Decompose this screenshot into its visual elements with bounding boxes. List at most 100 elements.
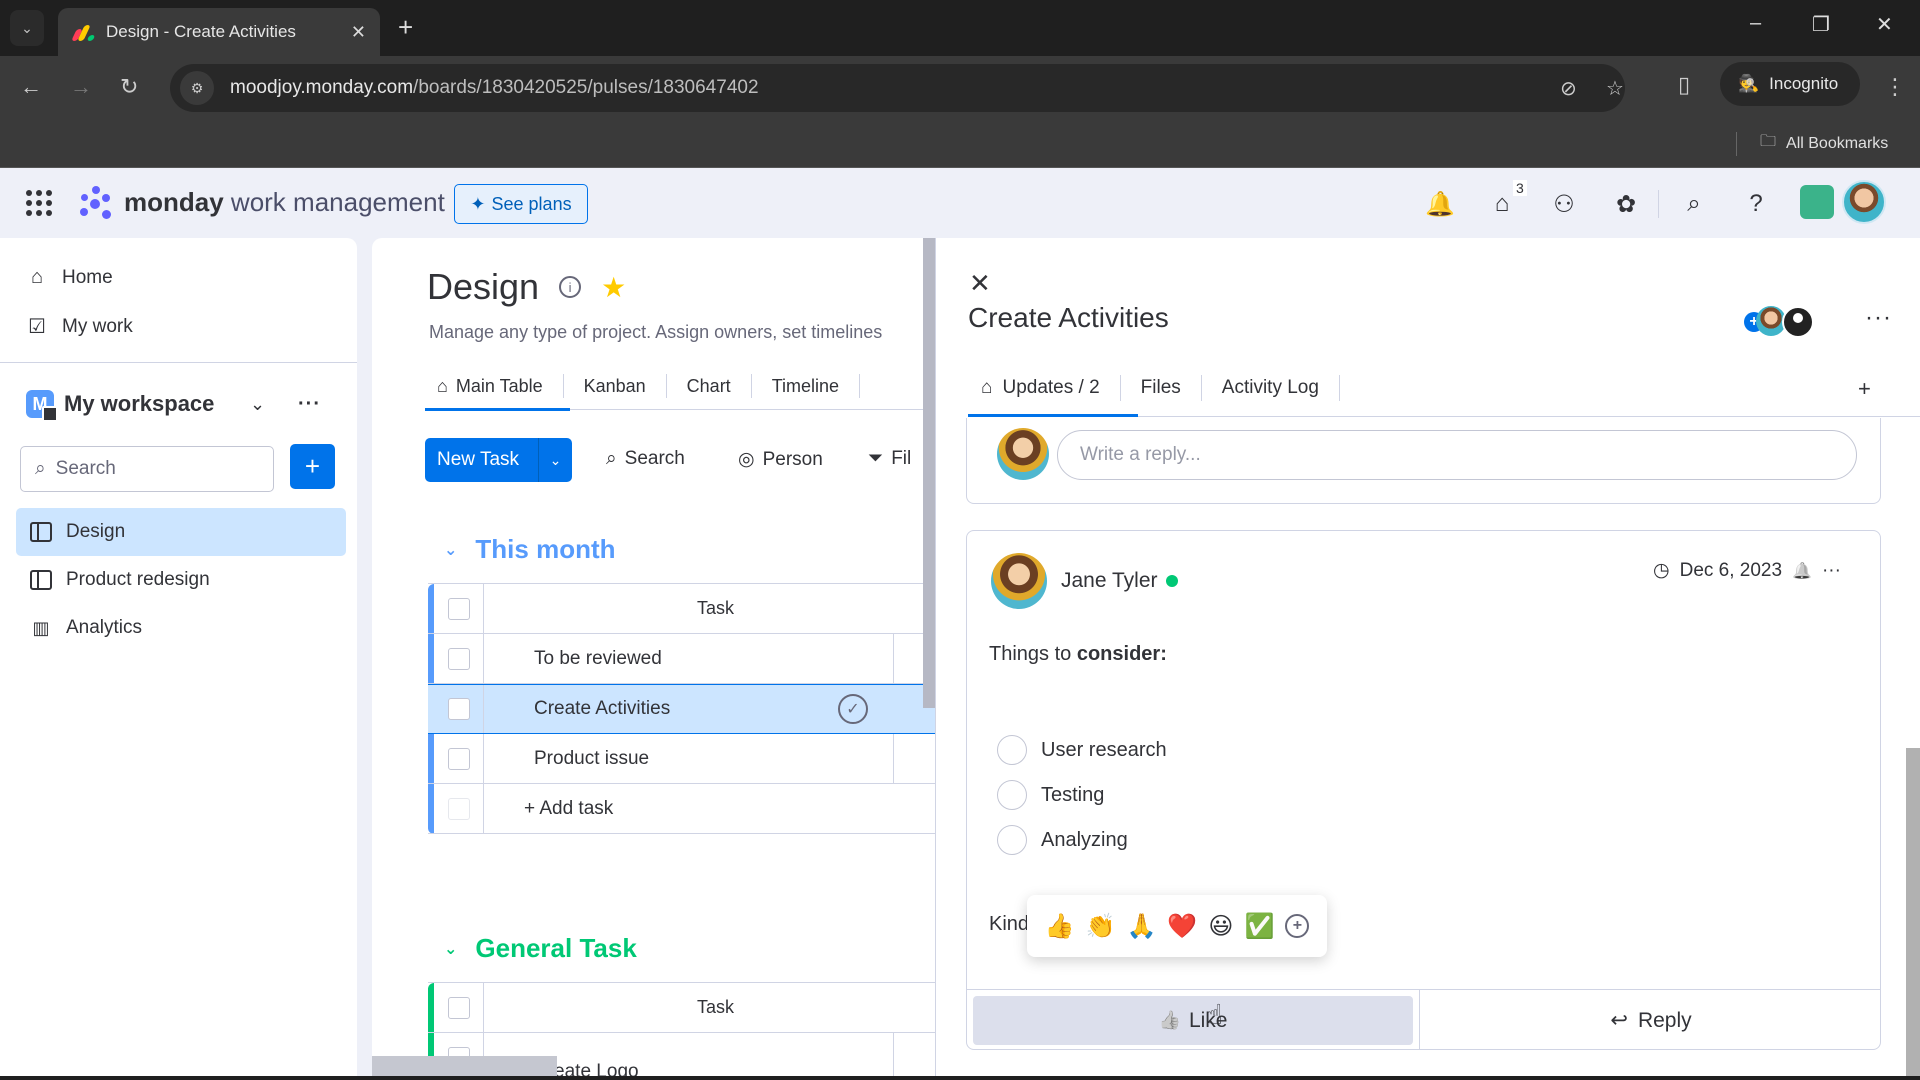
workspace-selector[interactable]: M My workspace ⌄ ··· (26, 390, 326, 422)
row-checkbox[interactable] (448, 698, 470, 720)
group-header-general-task[interactable]: ⌄ General Task (444, 933, 637, 964)
bell-icon[interactable]: 🔔 (1792, 561, 1812, 581)
tab-activity-log[interactable]: Activity Log (1202, 375, 1340, 401)
write-reply-input[interactable] (1057, 430, 1857, 480)
eye-off-icon[interactable]: ⊘ (1560, 76, 1577, 101)
incognito-indicator[interactable]: 🕵 Incognito (1720, 62, 1860, 106)
checklist-circle[interactable] (997, 780, 1027, 810)
sidebar-search-input[interactable]: ⌕ Search (20, 446, 274, 492)
panel-vertical-scrollbar[interactable] (1906, 748, 1920, 1080)
row-checkbox[interactable] (448, 747, 470, 770)
forward-button[interactable]: → (70, 74, 92, 100)
url-text[interactable]: moodjoy.monday.com/boards/1830420525/pul… (230, 77, 759, 99)
table-row[interactable]: Product issue (428, 734, 935, 784)
filter-button[interactable]: ⏷ Fil (868, 448, 911, 470)
side-panel-icon[interactable]: ▯ (1678, 72, 1690, 98)
workspace-apps-icon[interactable] (1800, 185, 1834, 219)
checklist-item[interactable]: Analyzing (997, 825, 1128, 855)
chevron-down-icon[interactable]: ⌄ (250, 394, 265, 415)
reaction-smile[interactable]: 😃 (1208, 912, 1233, 941)
minimize-button[interactable]: – (1750, 12, 1761, 35)
author-name[interactable]: Jane Tyler (1061, 569, 1158, 593)
add-task-row[interactable]: + Add task (428, 784, 935, 834)
workspace-more-icon[interactable]: ··· (298, 393, 321, 416)
reply-button[interactable]: ↩ Reply (1419, 990, 1880, 1049)
person-filter-button[interactable]: ◎ Person (738, 448, 823, 471)
group-name[interactable]: General Task (475, 933, 636, 964)
reaction-check[interactable]: ✅ (1244, 912, 1274, 941)
back-button[interactable]: ← (20, 74, 42, 100)
chevron-down-icon[interactable]: ⌄ (444, 939, 457, 959)
tab-chart[interactable]: Chart (667, 374, 752, 398)
reload-button[interactable]: ↻ (120, 74, 138, 100)
all-bookmarks-button[interactable]: 🗀 All Bookmarks (1760, 130, 1888, 157)
more-options-icon[interactable]: ··· (1865, 304, 1892, 332)
browser-tab[interactable]: Design - Create Activities ✕ (58, 8, 380, 56)
tab-main-table[interactable]: ⌂ Main Table (427, 374, 564, 398)
tab-timeline[interactable]: Timeline (752, 374, 861, 398)
add-board-button[interactable]: + (290, 444, 335, 489)
help-icon[interactable]: ? (1740, 190, 1772, 218)
brand-name[interactable]: monday work management (124, 187, 445, 218)
search-icon[interactable]: ⌕ (1678, 190, 1710, 218)
reaction-thumbs-up[interactable]: 👍 (1045, 912, 1075, 941)
invite-members-icon[interactable]: ⚇ (1548, 190, 1580, 219)
post-more-icon[interactable]: ··· (1822, 560, 1841, 582)
sidebar-nav-home[interactable]: ⌂ Home (26, 266, 113, 289)
table-row[interactable]: To be reviewed (428, 634, 935, 684)
column-header-task[interactable]: Task (428, 997, 935, 1018)
tab-kanban[interactable]: Kanban (564, 374, 667, 398)
checklist-circle[interactable] (997, 825, 1027, 855)
tab-close-icon[interactable]: ✕ (351, 22, 366, 43)
row-checkbox[interactable] (448, 647, 470, 670)
browser-menu-icon[interactable]: ⋮ (1884, 74, 1906, 100)
checklist-item[interactable]: User research (997, 735, 1167, 765)
author-avatar[interactable] (991, 553, 1047, 609)
item-title[interactable]: Create Activities (968, 302, 1169, 334)
reaction-heart[interactable]: ❤️ (1167, 912, 1197, 941)
reaction-pray[interactable]: 🙏 (1126, 912, 1156, 941)
info-icon[interactable]: i (559, 276, 582, 298)
reaction-clap[interactable]: 👏 (1085, 912, 1115, 941)
sidebar-nav-my-work[interactable]: ☑ My work (26, 314, 133, 339)
tab-files[interactable]: Files (1121, 375, 1202, 401)
add-task-label[interactable]: + Add task (524, 798, 613, 820)
user-avatar[interactable] (1842, 180, 1886, 224)
sidebar-item-product-redesign[interactable]: Product redesign (16, 556, 346, 604)
tab-updates[interactable]: ⌂ Updates / 2 (981, 375, 1121, 401)
more-reactions-icon[interactable]: + (1285, 914, 1310, 938)
site-info-icon[interactable]: ⚙ (180, 71, 214, 105)
subscribers-avatars[interactable]: + (1744, 304, 1824, 340)
board-title-text[interactable]: Design (427, 266, 539, 308)
new-task-button[interactable]: New Task ⌄ (425, 438, 572, 482)
group-header-this-month[interactable]: ⌄ This month (444, 534, 616, 565)
app-grid-icon[interactable] (26, 190, 52, 216)
notifications-bell-icon[interactable]: 🔔 (1424, 190, 1456, 219)
see-plans-button[interactable]: ✦ See plans (454, 184, 588, 224)
group-name[interactable]: This month (475, 534, 615, 565)
address-bar[interactable]: ⚙ moodjoy.monday.com/boards/1830420525/p… (170, 64, 1625, 112)
board-vertical-scrollbar[interactable] (923, 238, 935, 708)
integrations-puzzle-icon[interactable]: ✿ (1610, 190, 1642, 219)
checklist-item[interactable]: Testing (997, 780, 1104, 810)
task-name[interactable]: Create Activities (534, 698, 670, 720)
like-button[interactable]: 👍 Like (973, 996, 1413, 1045)
bookmark-star-icon[interactable]: ☆ (1606, 76, 1624, 101)
table-row-selected[interactable]: Create Activities ✓ (428, 684, 935, 734)
close-icon[interactable]: ✕ (969, 268, 991, 299)
sidebar-item-design[interactable]: Design (16, 508, 346, 556)
post-author[interactable]: Jane Tyler (1061, 569, 1178, 593)
check-circle-icon[interactable]: ✓ (838, 694, 868, 724)
favorite-star-icon[interactable]: ★ (601, 271, 626, 304)
restore-button[interactable]: ❐ (1812, 12, 1830, 37)
board-search-button[interactable]: ⌕ Search (606, 448, 685, 470)
chevron-down-icon[interactable]: ⌄ (444, 540, 457, 560)
add-view-icon[interactable]: + (1858, 376, 1871, 402)
task-name[interactable]: Product issue (534, 748, 649, 770)
chevron-down-icon[interactable]: ⌄ (538, 438, 572, 482)
checklist-circle[interactable] (997, 735, 1027, 765)
column-header-task[interactable]: Task (428, 598, 935, 619)
new-tab-button[interactable]: + (398, 12, 413, 43)
window-close-button[interactable]: ✕ (1876, 12, 1893, 37)
task-name[interactable]: To be reviewed (534, 648, 662, 670)
